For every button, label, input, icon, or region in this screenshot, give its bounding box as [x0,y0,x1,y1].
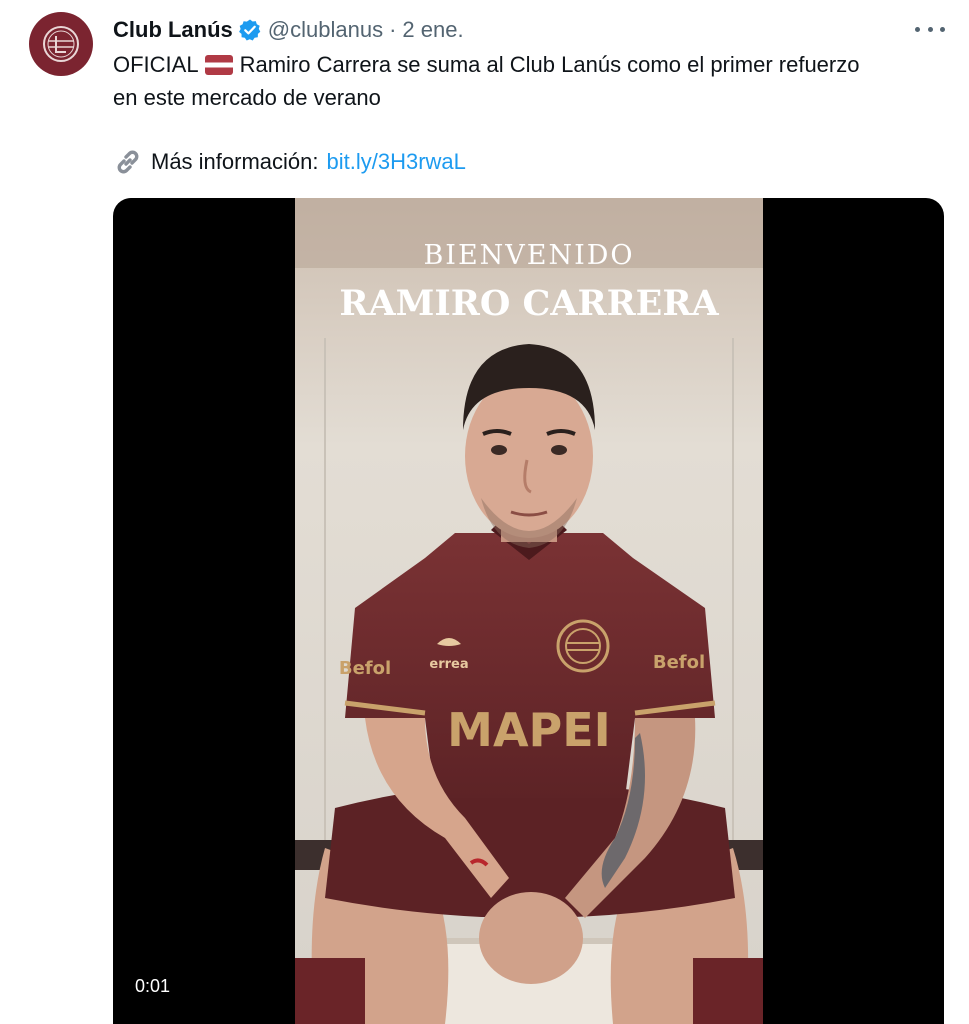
video-timer: 0:01 [135,976,171,996]
club-crest-icon [31,14,91,74]
sleeve-sponsor-left: Befol [339,658,391,679]
video-still: BIENVENIDO RAMIRO CARRERA MAPEI errea Be… [295,198,763,1024]
more-info-line: Más información: bit.ly/3H3rwaL [113,145,466,178]
overlay-welcome: BIENVENIDO [423,240,634,271]
video-player[interactable]: BIENVENIDO RAMIRO CARRERA MAPEI errea Be… [113,198,944,1024]
sleeve-sponsor-right: Befol [653,652,705,673]
jersey-sponsor: MAPEI [447,703,611,757]
author-name[interactable]: Club Lanús [113,17,233,43]
text-line-2: en este mercado de verano [113,85,381,110]
overlay-player-name: RAMIRO CARRERA [339,283,719,324]
verified-badge-icon[interactable] [238,18,262,42]
timestamp[interactable]: 2 ene. [402,17,463,43]
tweet-link[interactable]: bit.ly/3H3rwaL [327,145,466,178]
tweet[interactable]: Club Lanús @clublanus · 2 ene. OFICIAL Ra… [0,0,969,1024]
separator-dot: · [389,17,397,42]
tweet-header: Club Lanús @clublanus · 2 ene. [113,14,464,46]
tweet-text: OFICIAL Ramiro Carrera se suma al Club La… [113,48,953,114]
author-handle[interactable]: @clublanus [268,17,383,43]
more-info-label: Más información: [151,149,319,174]
video-frame[interactable]: BIENVENIDO RAMIRO CARRERA MAPEI errea Be… [295,198,763,1024]
text-announcement: Ramiro Carrera se suma al Club Lanús com… [239,52,860,77]
link-emoji-icon [113,147,143,177]
latvia-flag-emoji [204,55,233,75]
jersey-brand: errea [429,657,468,672]
avatar[interactable] [29,12,93,76]
more-icon[interactable] [915,18,945,40]
text-official: OFICIAL [113,52,199,77]
